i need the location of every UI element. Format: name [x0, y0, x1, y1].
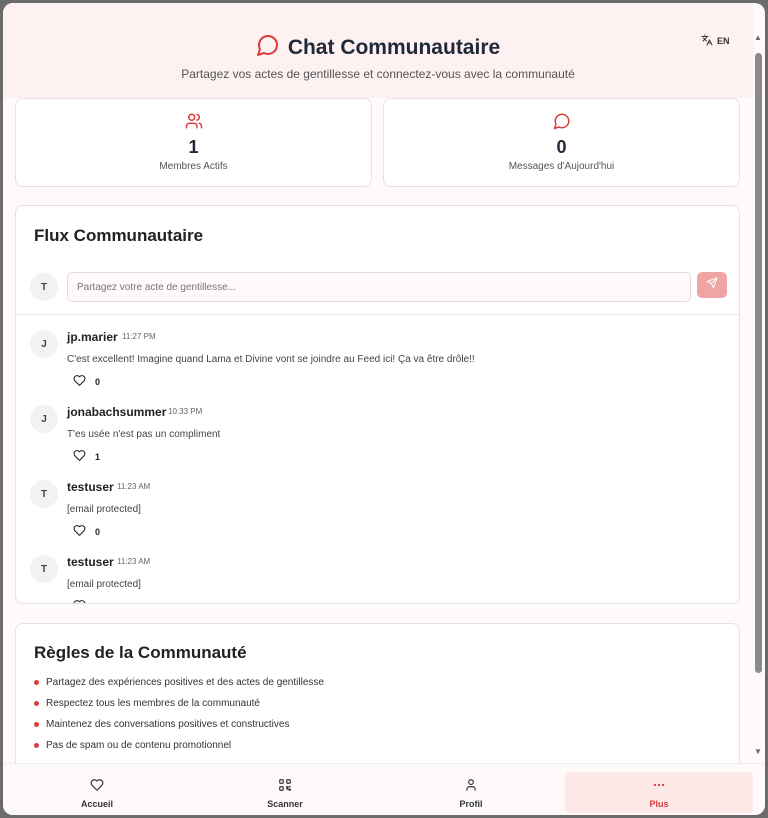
message-avatar: T: [30, 480, 58, 508]
message-avatar: J: [30, 330, 58, 358]
like-count: 0: [95, 376, 101, 387]
rule-item: Maintenez des conversations positives et…: [34, 718, 324, 739]
kindness-input[interactable]: [67, 272, 691, 302]
page-subtitle: Partagez vos actes de gentillesse et con…: [181, 67, 575, 81]
user-icon: [377, 778, 565, 792]
heart-icon: [3, 778, 191, 792]
rules-list: Partagez des expériences positives et de…: [34, 676, 324, 760]
message-author: testuser: [67, 480, 114, 494]
message-author: testuser: [67, 555, 114, 569]
page-header: Chat Communautaire Partagez vos actes de…: [3, 3, 753, 98]
message-text: [email protected]: [67, 579, 141, 590]
message-time: 11:23 AM: [117, 557, 151, 566]
rules-title: Règles de la Communauté: [34, 643, 247, 662]
users-icon: [16, 112, 371, 130]
qr-code-icon: [191, 778, 379, 792]
active-members-card: 1 Membres Actifs: [15, 98, 372, 187]
rule-item: Partagez des expériences positives et de…: [34, 676, 324, 697]
message-author: jonabachsummer: [67, 405, 167, 419]
heart-icon: [73, 599, 86, 603]
message-text: T'es usée n'est pas un compliment: [67, 429, 221, 440]
today-messages-count: 0: [556, 137, 567, 157]
chat-bubble-icon: [384, 112, 739, 130]
active-members-label: Membres Actifs: [159, 161, 228, 172]
message-item: T testuser 11:23 AM [email protected] 0: [16, 555, 739, 604]
nav-label: Plus: [649, 799, 669, 809]
feed-title: Flux Communautaire: [34, 226, 204, 245]
page-title: Chat Communautaire: [287, 35, 501, 59]
like-button[interactable]: 0: [73, 374, 100, 389]
scroll-area: Chat Communautaire Partagez vos actes de…: [3, 3, 753, 763]
language-toggle-button[interactable]: EN: [701, 34, 730, 48]
rule-item: Respectez tous les membres de la communa…: [34, 697, 324, 718]
like-count: 1: [95, 451, 101, 462]
nav-scanner[interactable]: Scanner: [191, 772, 379, 812]
chat-bubble-icon: [256, 33, 280, 62]
more-dots-icon: [565, 778, 753, 792]
like-button[interactable]: 0: [73, 599, 100, 604]
title-row: Chat Communautaire: [3, 33, 753, 62]
heart-icon: [73, 374, 86, 389]
message-author: jp.marier: [67, 330, 118, 344]
message-item: J jp.marier 11:27 PM C'est excellent! Im…: [16, 330, 739, 405]
nav-label: Accueil: [80, 799, 113, 809]
like-count: 0: [95, 526, 101, 537]
today-messages-label: Messages d'Aujourd'hui: [508, 161, 615, 172]
message-time: 10:33 PM: [168, 407, 203, 416]
feed-divider: [16, 314, 739, 315]
scroll-down-arrow[interactable]: ▼: [753, 747, 763, 757]
message-avatar: J: [30, 405, 58, 433]
composer-avatar: T: [30, 273, 58, 301]
message-avatar: T: [30, 555, 58, 583]
today-messages-card: 0 Messages d'Aujourd'hui: [383, 98, 740, 187]
nav-label: Profil: [459, 799, 483, 809]
nav-label: Scanner: [267, 799, 303, 809]
like-count: 0: [95, 602, 100, 604]
language-label: EN: [717, 36, 730, 46]
nav-profil[interactable]: Profil: [377, 772, 565, 812]
scrollbar-thumb[interactable]: [755, 53, 762, 673]
message-item: J jonabachsummer 10:33 PM T'es usée n'es…: [16, 405, 739, 480]
like-button[interactable]: 1: [73, 449, 100, 464]
send-button[interactable]: [697, 272, 727, 298]
nav-accueil[interactable]: Accueil: [3, 772, 191, 812]
heart-icon: [73, 449, 86, 464]
rule-item: Pas de spam ou de contenu promotionnel: [34, 739, 324, 760]
message-time: 11:23 AM: [117, 482, 151, 491]
nav-plus[interactable]: Plus: [565, 772, 753, 813]
send-icon: [706, 276, 718, 294]
message-text: [email protected]: [67, 504, 141, 515]
message-item: T testuser 11:23 AM [email protected] 0: [16, 480, 739, 555]
heart-icon: [73, 524, 86, 539]
message-text: C'est excellent! Imagine quand Lama et D…: [67, 354, 475, 365]
community-rules-card: Règles de la Communauté Partagez des exp…: [15, 623, 740, 763]
scroll-up-arrow[interactable]: ▲: [753, 33, 763, 43]
translate-icon: [701, 34, 713, 48]
active-members-count: 1: [188, 137, 199, 157]
community-feed-card: Flux Communautaire T J jp.marier 11:27 P…: [15, 205, 740, 604]
like-button[interactable]: 0: [73, 524, 100, 539]
message-time: 11:27 PM: [122, 332, 156, 341]
app-window: Chat Communautaire Partagez vos actes de…: [3, 3, 765, 815]
bottom-navigation: Accueil Scanner Profil Plus: [3, 763, 765, 815]
